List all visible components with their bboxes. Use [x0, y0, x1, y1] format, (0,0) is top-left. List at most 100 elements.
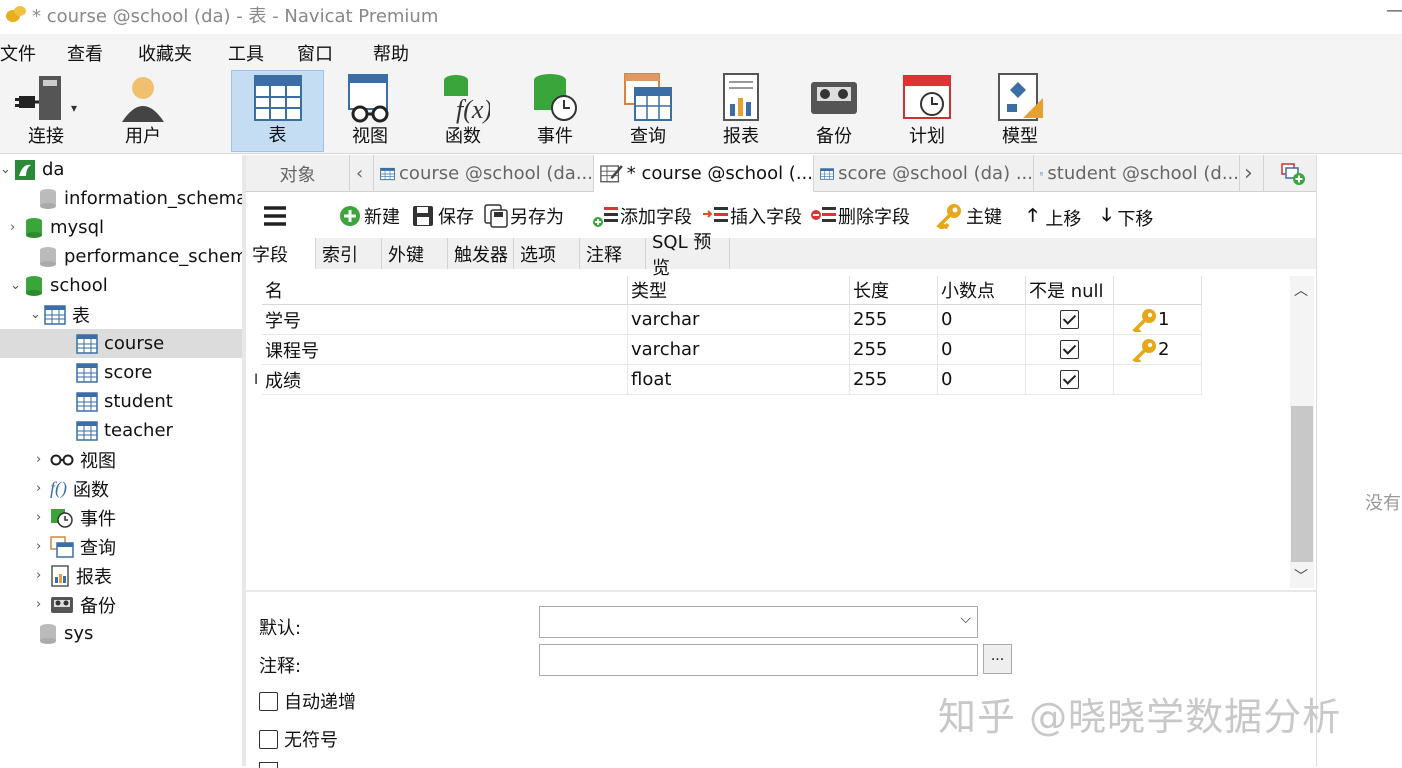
tab-objects[interactable]: 对象 — [246, 155, 350, 192]
save-button[interactable]: 保存 — [412, 203, 474, 229]
menu-help[interactable]: 帮助 — [373, 40, 409, 66]
tree-group-events[interactable]: › 事件 — [36, 503, 116, 532]
tab-scroll-left[interactable]: ‹ — [350, 155, 374, 192]
tree-db-mysql[interactable]: › mysql — [10, 213, 104, 242]
cell-not-null[interactable] — [1026, 335, 1114, 365]
tree-table-student[interactable]: student — [76, 387, 173, 416]
tree-db-sys[interactable]: sys — [24, 619, 93, 648]
comment-ellipsis-button[interactable]: ... — [983, 644, 1012, 674]
tree-group-views[interactable]: › 视图 — [36, 445, 116, 474]
new-button[interactable]: 新建 — [338, 203, 400, 229]
cell-key[interactable]: 2 — [1114, 335, 1202, 365]
cell-not-null[interactable] — [1026, 305, 1114, 335]
tree-db-information-schema[interactable]: information_schema — [24, 184, 242, 213]
cell-key[interactable]: 1 — [1114, 305, 1202, 335]
chevron-down-icon[interactable]: ⌄ — [0, 162, 14, 177]
chevron-right-icon[interactable]: › — [36, 539, 50, 554]
chevron-down-icon[interactable]: ⌄ — [30, 307, 44, 322]
grid-vertical-scrollbar[interactable]: ︿ ﹀ — [1290, 276, 1314, 588]
user-button[interactable]: 用户 — [100, 70, 186, 152]
scroll-down-icon[interactable]: ﹀ — [1294, 566, 1308, 586]
tree-db-school[interactable]: ⌄ school — [10, 271, 108, 300]
menu-view[interactable]: 查看 — [67, 40, 103, 66]
cell-key[interactable] — [1114, 365, 1202, 395]
schedule-toolbar-button[interactable]: 计划 — [884, 70, 970, 152]
tree-group-backups[interactable]: › 备份 — [36, 590, 116, 619]
menu-file[interactable]: 文件 — [0, 40, 36, 66]
backup-toolbar-button[interactable]: 备份 — [791, 70, 877, 152]
cell-type[interactable]: varchar — [628, 305, 850, 335]
connection-button[interactable]: ▾ 连接 — [0, 70, 92, 152]
scroll-up-icon[interactable]: ︿ — [1294, 280, 1308, 300]
cell-length[interactable]: 255 — [850, 335, 938, 365]
cell-name[interactable]: 课程号 — [262, 335, 628, 365]
menu-tools[interactable]: 工具 — [228, 40, 264, 66]
minimize-button[interactable]: — — [1386, 0, 1402, 21]
tree-group-functions[interactable]: › f() 函数 — [36, 474, 109, 503]
cell-name[interactable]: 学号 — [262, 305, 628, 335]
cell-length[interactable]: 255 — [850, 365, 938, 395]
tree-group-tables[interactable]: ⌄ 表 — [30, 300, 90, 329]
cell-decimals[interactable]: 0 — [938, 365, 1026, 395]
not-null-checkbox[interactable] — [1060, 370, 1079, 389]
subtab-foreign-keys[interactable]: 外键 — [382, 238, 448, 269]
table-toolbar-button[interactable]: 表 — [231, 70, 324, 152]
cell-type[interactable]: float — [628, 365, 850, 395]
not-null-checkbox[interactable] — [1060, 310, 1079, 329]
primary-key-button[interactable]: 主键 — [936, 203, 1002, 229]
tree-group-queries[interactable]: › 查询 — [36, 532, 116, 561]
cell-type[interactable]: varchar — [628, 335, 850, 365]
tree-table-course[interactable]: course — [0, 329, 242, 358]
chevron-right-icon[interactable]: › — [36, 510, 50, 525]
view-toolbar-button[interactable]: 视图 — [327, 70, 413, 152]
auto-increment-checkbox[interactable] — [259, 691, 278, 711]
next-checkbox-partial[interactable] — [259, 762, 278, 768]
chevron-right-icon[interactable]: › — [36, 452, 50, 467]
tab-student[interactable]: student @school (d... — [1034, 155, 1240, 192]
unsigned-option[interactable]: 无符号 — [259, 726, 338, 752]
column-header-type[interactable]: 类型 — [628, 276, 850, 305]
tree-table-score[interactable]: score — [76, 358, 152, 387]
subtab-options[interactable]: 选项 — [514, 238, 580, 269]
tree-connection-da[interactable]: ⌄ da — [0, 155, 64, 184]
cell-length[interactable]: 255 — [850, 305, 938, 335]
new-tab-button[interactable] — [1270, 155, 1316, 192]
chevron-right-icon[interactable]: › — [36, 597, 50, 612]
column-header-key[interactable] — [1114, 276, 1202, 305]
scrollbar-thumb[interactable] — [1291, 406, 1313, 562]
unsigned-checkbox[interactable] — [259, 729, 278, 749]
tree-group-reports[interactable]: › 报表 — [36, 561, 112, 590]
report-toolbar-button[interactable]: 报表 — [698, 70, 784, 152]
function-toolbar-button[interactable]: f(x) 函数 — [420, 70, 506, 152]
column-header-name[interactable]: 名 — [262, 276, 628, 305]
column-header-decimals[interactable]: 小数点 — [938, 276, 1026, 305]
subtab-fields[interactable]: 字段 — [246, 238, 316, 269]
add-field-button[interactable]: 添加字段 — [592, 203, 692, 229]
chevron-down-icon[interactable]: ⌄ — [10, 278, 24, 293]
subtab-indexes[interactable]: 索引 — [316, 238, 382, 269]
hamburger-menu-icon[interactable] — [262, 205, 288, 227]
menu-window[interactable]: 窗口 — [297, 40, 333, 66]
cell-decimals[interactable]: 0 — [938, 305, 1026, 335]
delete-field-button[interactable]: 删除字段 — [810, 203, 910, 229]
not-null-checkbox[interactable] — [1060, 340, 1079, 359]
tree-db-performance-schema[interactable]: performance_schema — [24, 242, 242, 271]
chevron-right-icon[interactable]: › — [10, 220, 24, 235]
auto-increment-option[interactable]: 自动递增 — [259, 688, 356, 714]
event-toolbar-button[interactable]: 事件 — [512, 70, 598, 152]
default-select[interactable]: ⌵ — [539, 606, 978, 638]
tab-course-design-active[interactable]: * course @school (... — [594, 155, 814, 192]
comment-input[interactable] — [539, 644, 978, 676]
move-up-button[interactable]: 🡑 上移 — [1028, 203, 1081, 233]
save-as-button[interactable]: 另存为 — [484, 203, 564, 229]
tab-course-1[interactable]: course @school (da... — [374, 155, 594, 192]
move-down-button[interactable]: 🡓 下移 — [1102, 203, 1153, 233]
insert-field-button[interactable]: 插入字段 — [702, 203, 802, 229]
cell-name[interactable]: 成绩 — [262, 365, 628, 395]
query-toolbar-button[interactable]: 查询 — [605, 70, 691, 152]
column-header-length[interactable]: 长度 — [850, 276, 938, 305]
tab-score[interactable]: score @school (da) ... — [814, 155, 1034, 192]
chevron-right-icon[interactable]: › — [36, 481, 50, 496]
tab-scroll-right[interactable]: › — [1240, 155, 1264, 192]
column-header-not-null[interactable]: 不是 null — [1026, 276, 1114, 305]
